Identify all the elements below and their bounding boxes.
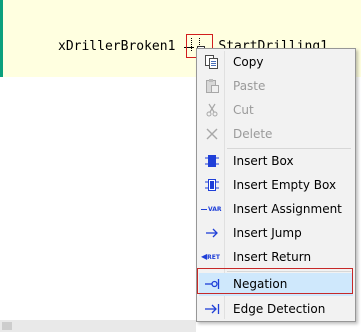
- menu-item-label: Edge Detection: [233, 302, 326, 316]
- menu-item-insert-assignment[interactable]: VAR Insert Assignment: [199, 198, 353, 221]
- menu-item-delete[interactable]: Delete: [199, 123, 353, 146]
- menu-item-label: Insert Assignment: [233, 202, 342, 216]
- menu-item-label: Delete: [233, 127, 273, 141]
- menu-item-insert-box[interactable]: Insert Box: [199, 150, 353, 173]
- menu-item-label: Paste: [233, 79, 266, 93]
- menu-item-insert-return[interactable]: ◀ RET Insert Return: [199, 246, 353, 269]
- menu-item-edge-detection[interactable]: Edge Detection: [199, 298, 353, 321]
- horizontal-scrollbar[interactable]: [0, 320, 196, 332]
- menu-item-label: Cut: [233, 103, 254, 117]
- edge-detection-icon: [204, 301, 220, 317]
- editor-left-border: [0, 0, 3, 77]
- menu-item-label: Insert Box: [233, 154, 294, 168]
- insert-empty-box-icon: [204, 177, 220, 193]
- cut-icon: [204, 102, 220, 118]
- menu-item-cut[interactable]: Cut: [199, 99, 353, 122]
- variable-name[interactable]: xDrillerBroken1: [58, 39, 175, 54]
- insert-return-icon: ◀ RET: [201, 252, 220, 261]
- menu-item-insert-empty-box[interactable]: Insert Empty Box: [199, 174, 353, 197]
- insert-jump-icon: [204, 225, 220, 241]
- menu-item-insert-jump[interactable]: Insert Jump: [199, 222, 353, 245]
- copy-icon: [204, 54, 220, 70]
- paste-icon: [204, 78, 220, 94]
- menu-item-label: Insert Jump: [233, 226, 302, 240]
- menu-item-copy[interactable]: Copy: [199, 51, 353, 74]
- return-icon-text: RET: [207, 253, 220, 261]
- menu-separator: [227, 148, 351, 149]
- menu-item-label: Copy: [233, 55, 264, 69]
- insert-box-icon: [204, 153, 220, 169]
- menu-item-label: Insert Empty Box: [233, 178, 337, 192]
- negation-highlight-box: [197, 268, 353, 294]
- assignment-icon-text: VAR: [208, 205, 222, 213]
- scroll-thumb[interactable]: [2, 322, 12, 330]
- insert-assignment-icon: VAR: [201, 201, 223, 217]
- delete-icon: [204, 126, 220, 142]
- menu-item-paste[interactable]: Paste: [199, 75, 353, 98]
- menu-item-label: Insert Return: [233, 250, 312, 264]
